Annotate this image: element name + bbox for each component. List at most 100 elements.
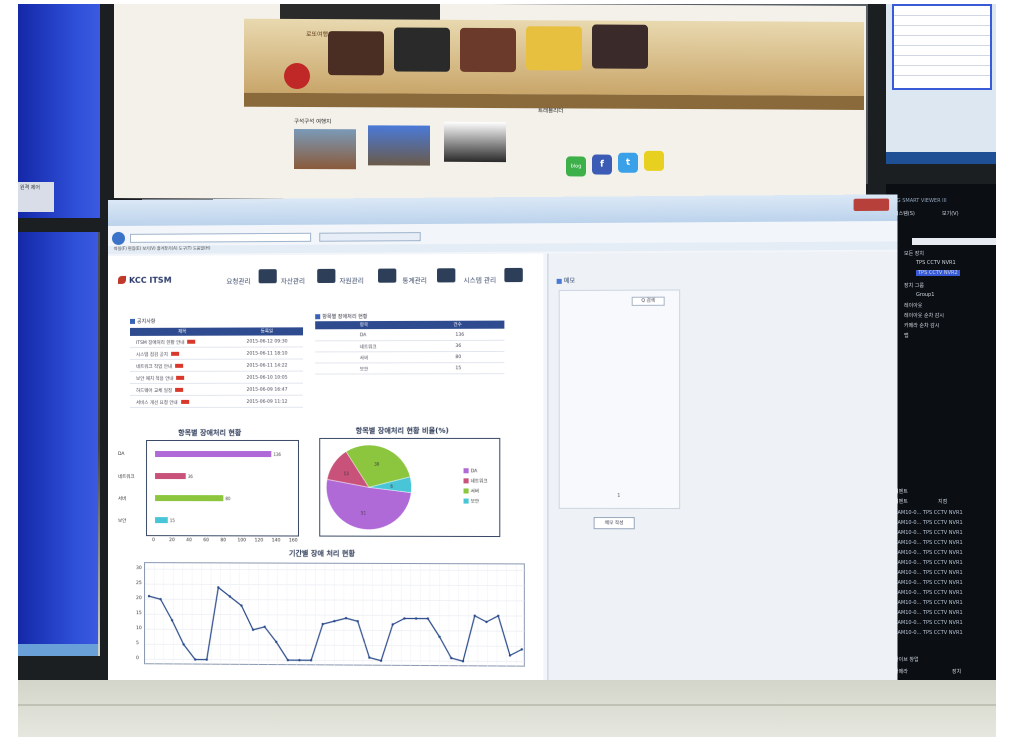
event-row: CAM10-0... TPS CCTV NVR1 — [894, 570, 963, 576]
food-photo[interactable] — [526, 26, 582, 71]
notices-col-title: 제목 — [178, 329, 187, 335]
travel-photo[interactable] — [444, 121, 506, 163]
bar-category-label: 서버 — [117, 497, 127, 503]
event-row: CAM10-0... TPS CCTV NVR1 — [894, 530, 963, 536]
line-point — [240, 604, 243, 607]
line-point — [497, 614, 500, 618]
notices-title-text: 공지사항 — [137, 318, 156, 325]
line-point — [391, 623, 394, 626]
memo-title: 메모 — [556, 276, 575, 285]
menu-asset[interactable]: 자산관리 — [281, 275, 305, 285]
line-point — [309, 659, 313, 662]
notice-title[interactable]: 하드웨어 교체 일정 — [136, 387, 184, 394]
address-bar[interactable]: http://itsm.kcc.co.kr/ui/main.do — [130, 232, 312, 251]
line-point — [438, 635, 441, 639]
facebook-label: f — [600, 159, 604, 170]
line-point — [251, 628, 255, 631]
menu-system[interactable]: 시스템 관리 — [464, 274, 497, 284]
status-table-header: 항목 건수 — [315, 320, 505, 330]
memo-write-button[interactable]: 메모 작성 — [593, 517, 635, 530]
line-point — [368, 656, 371, 659]
table-row: 하드웨어 교체 일정 2015-06-09 16:47 — [130, 385, 304, 396]
menu-stats[interactable]: 통계관리 — [402, 274, 426, 284]
food-photo[interactable] — [328, 31, 384, 76]
grid-line — [145, 584, 526, 586]
food-photo[interactable] — [592, 24, 648, 69]
tree-item[interactable]: 모든 장치 — [904, 250, 924, 257]
back-button-icon[interactable] — [111, 231, 126, 245]
legend-label: 서버 — [470, 489, 480, 495]
line-point — [333, 619, 336, 623]
travel-photo[interactable] — [368, 125, 430, 166]
menu-request[interactable]: 요청관리 — [226, 275, 250, 285]
kakao-icon[interactable] — [644, 150, 664, 171]
memo-list[interactable]: Q 검색 1 — [558, 289, 681, 510]
notice-title[interactable]: ITSM 장애처리 현황 안내 — [136, 339, 196, 346]
blog-icon[interactable]: blog — [566, 156, 586, 177]
log-row — [894, 6, 990, 16]
notice-title[interactable]: 시스템 점검 공지 — [136, 351, 179, 358]
tree-item[interactable]: 맵 — [904, 332, 909, 339]
line-tick-label: 25 — [136, 581, 142, 587]
pie-data-label: 13 — [344, 471, 350, 476]
event-row: CAM10-0... TPS CCTV NVR1 — [894, 540, 963, 546]
twitter-icon[interactable]: t — [618, 152, 638, 173]
tree-item[interactable]: 레이아웃 — [904, 302, 922, 309]
bar — [155, 451, 272, 458]
notices-col-date: 등록일 — [260, 329, 274, 335]
line-point — [344, 616, 348, 620]
status-item: DA — [359, 333, 367, 339]
table-row: 시스템 점검 공지 2015-06-11 18:10 — [130, 349, 304, 360]
grid-line — [145, 569, 526, 570]
site-section-title: 구석구석 여행지 — [294, 118, 332, 126]
facebook-icon[interactable]: f — [592, 154, 612, 175]
tree-item[interactable]: TPS CCTV NVR1 — [916, 260, 956, 266]
grid-line — [145, 599, 526, 601]
log-row — [894, 66, 990, 76]
asset-icon — [258, 269, 277, 284]
line-point — [159, 597, 162, 600]
notice-title[interactable]: 네트워크 작업 안내 — [136, 363, 184, 370]
memo-panel: 메모 Q 검색 1 메모 작성 — [547, 251, 898, 696]
travel-photo[interactable] — [294, 128, 356, 170]
tree-item[interactable]: 카메라 순차 감시 — [904, 322, 939, 329]
tree-item[interactable]: Group1 — [916, 292, 934, 298]
line-point — [426, 617, 430, 620]
window-controls[interactable] — [853, 198, 890, 212]
tree-item[interactable]: 레이아웃 순차 감시 — [904, 312, 944, 319]
line-point — [461, 659, 465, 663]
food-photo[interactable] — [460, 27, 516, 73]
menu-view[interactable]: 보기(V) — [942, 210, 959, 217]
log-row — [894, 56, 990, 66]
grid-line — [145, 644, 526, 646]
new-badge — [175, 363, 184, 368]
line-point — [403, 617, 406, 620]
menu-resource[interactable]: 자원관리 — [339, 275, 363, 285]
bar-category-label: 보안 — [117, 519, 127, 525]
table-row: 네트워크 36 — [315, 341, 505, 353]
bar-chart-title: 항목별 장애처리 현황 — [178, 428, 242, 437]
bottom-title: 라이브 창업 — [894, 657, 919, 663]
notice-date: 2015-06-10 10:05 — [246, 375, 288, 381]
line-point — [275, 640, 278, 644]
left-dialog-text: 원격 제어 — [20, 185, 40, 191]
notice-title[interactable]: 서비스 개선 요청 안내 — [136, 399, 189, 406]
food-photo[interactable] — [394, 27, 450, 72]
bar-category-label: DA — [117, 452, 125, 458]
pie-data-label: 30 — [374, 462, 380, 467]
memo-search-button[interactable]: Q 검색 — [631, 296, 665, 306]
line-point — [147, 594, 151, 597]
notice-date: 2015-06-11 18:10 — [246, 351, 288, 357]
legend-label: 네트워크 — [470, 479, 488, 485]
line-point — [263, 625, 266, 629]
tree-search-input[interactable] — [912, 238, 996, 245]
memo-write-label: 메모 작성 — [604, 521, 624, 527]
event-row: CAM10-0... TPS CCTV NVR1 — [894, 590, 963, 596]
tree-item[interactable]: TPS CCTV NVR2 — [916, 270, 960, 276]
windows-taskbar — [886, 152, 996, 164]
notice-title[interactable]: 보안 패치 적용 안내 — [136, 375, 185, 382]
browser-tab[interactable]: 장애처리시스템 — [319, 232, 421, 250]
line-tick-label: 20 — [136, 596, 142, 602]
tree-item[interactable]: 장치 그룹 — [904, 282, 924, 289]
notice-date: 2015-06-12 09:30 — [246, 339, 288, 345]
